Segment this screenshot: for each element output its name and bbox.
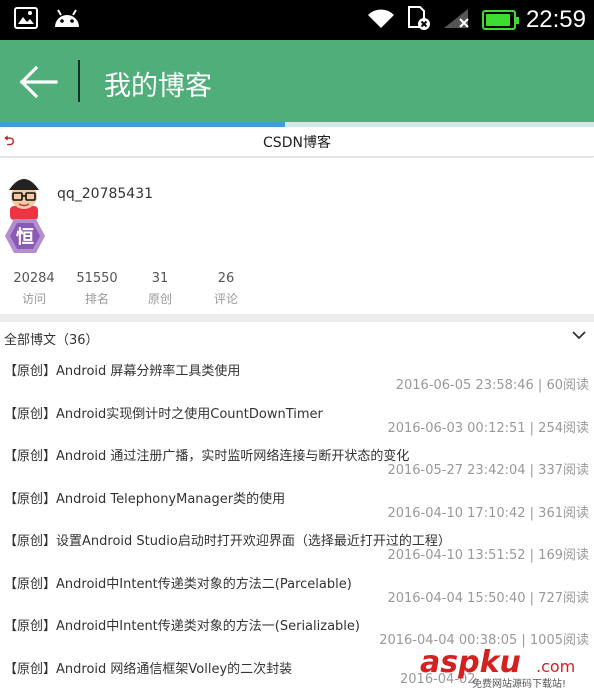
post-meta: 2016-04-04 15:50:40 | 727阅读	[387, 591, 589, 606]
sim-icon	[406, 5, 432, 35]
post-title: Android 网络通信框架Volley的二次封装	[56, 662, 293, 677]
post-meta: 2016-05-27 23:42:04 | 337阅读	[387, 463, 589, 478]
android-icon	[52, 7, 82, 33]
post-tag: 【原创】	[4, 407, 57, 422]
stat-label: 原创	[147, 292, 172, 306]
post-tag: 【原创】	[4, 619, 57, 634]
stat-value: 51550	[76, 271, 118, 286]
post-meta: 2016-04-10 13:51:52 | 169阅读	[387, 548, 589, 563]
post-item[interactable]: 【原创】Android 通过注册广播，实时监听网络连接与断开状态的变化 2016…	[0, 445, 594, 488]
stat-label: 评论	[213, 292, 238, 306]
post-tag: 【原创】	[4, 492, 57, 507]
post-title: Android中Intent传递类对象的方法一(Serializable)	[56, 619, 360, 634]
post-title: Android中Intent传递类对象的方法二(Parcelable)	[56, 577, 352, 592]
arrow-left-icon[interactable]	[18, 62, 58, 102]
watermark-brand: aspku	[420, 645, 521, 680]
image-icon	[14, 7, 38, 33]
username[interactable]: qq_20785431	[57, 186, 153, 202]
post-item[interactable]: 【原创】设置Android Studio启动时打开欢迎界面（选择最近打开过的工程…	[0, 530, 594, 573]
stat-rank: 51550 排名	[62, 271, 132, 307]
post-title: Android 通过注册广播，实时监听网络连接与断开状态的变化	[56, 449, 410, 464]
post-item[interactable]: 【原创】Android中Intent传递类对象的方法二(Parcelable) …	[0, 573, 594, 616]
status-bar: 22:59	[0, 0, 594, 40]
watermark-caption: 免费网站源码下载站!	[472, 677, 566, 690]
clock: 22:59	[525, 6, 586, 33]
app-bar: 我的博客	[0, 40, 594, 122]
post-tag: 【原创】	[4, 449, 57, 464]
post-title: Android实现倒计时之使用CountDownTimer	[56, 407, 323, 422]
level-badge: 恒	[4, 218, 46, 254]
section-divider	[0, 314, 594, 322]
stat-original: 31 原创	[132, 271, 188, 307]
stat-value: 26	[217, 271, 235, 286]
watermark-logo: aspku .com 免费网站源码下载站!	[418, 644, 590, 690]
stat-value: 31	[151, 271, 169, 286]
stat-label: 排名	[84, 292, 109, 306]
post-item[interactable]: 【原创】Android 屏幕分辨率工具类使用 2016-06-05 23:58:…	[0, 360, 594, 403]
post-tag: 【原创】	[4, 662, 57, 677]
post-title: Android 屏幕分辨率工具类使用	[56, 364, 241, 379]
watermark-suffix: .com	[536, 657, 575, 676]
post-list-header[interactable]: 全部博文（36）	[0, 322, 594, 352]
profile-stats: 20284 访问 51550 排名 31 原创 26 评论	[6, 271, 264, 307]
profile-card: qq_20785431 恒 20284 访问 51550 排名 31 原创 26…	[0, 158, 594, 314]
post-item[interactable]: 【原创】Android实现倒计时之使用CountDownTimer 2016-0…	[0, 403, 594, 446]
avatar[interactable]	[4, 172, 44, 220]
stat-value: 20284	[13, 271, 55, 286]
web-title-bar: ⮌ CSDN博客	[0, 127, 594, 157]
signal-icon	[442, 7, 472, 33]
stat-comments: 26 评论	[188, 271, 264, 307]
post-item[interactable]: 【原创】Android TelephonyManager类的使用 2016-04…	[0, 488, 594, 531]
web-title: CSDN博客	[263, 135, 331, 151]
post-meta: 2016-04-10 17:10:42 | 361阅读	[387, 506, 589, 521]
post-tag: 【原创】	[4, 577, 57, 592]
post-meta: 2016-06-03 00:12:51 | 254阅读	[387, 421, 589, 436]
appbar-divider	[78, 60, 80, 102]
post-tag: 【原创】	[4, 534, 57, 549]
stat-visits: 20284 访问	[6, 271, 62, 307]
stat-label: 访问	[21, 292, 46, 306]
wifi-icon	[366, 7, 396, 33]
page-title: 我的博客	[104, 71, 212, 102]
badge-text: 恒	[16, 226, 34, 248]
battery-icon	[481, 10, 519, 30]
chevron-down-icon[interactable]	[572, 327, 586, 341]
post-count-title: 全部博文（36）	[4, 333, 99, 348]
post-title: Android TelephonyManager类的使用	[56, 492, 286, 507]
post-tag: 【原创】	[4, 364, 57, 379]
post-meta: 2016-06-05 23:58:46 | 60阅读	[395, 378, 589, 393]
